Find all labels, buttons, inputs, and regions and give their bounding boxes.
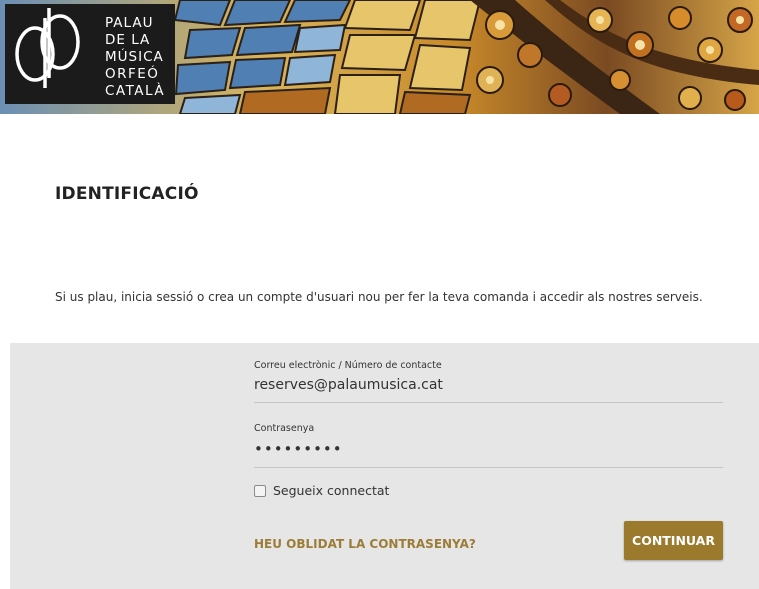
- email-field-group: Correu electrònic / Número de contacte: [254, 360, 723, 403]
- remember-label[interactable]: Segueix connectat: [273, 483, 389, 498]
- remember-me[interactable]: Segueix connectat: [254, 483, 389, 498]
- logo-line: DE LA: [105, 32, 151, 48]
- logo-line: CATALÀ: [105, 83, 166, 99]
- logo-line: PALAU: [105, 15, 154, 31]
- logo-wordmark: PALAU DE LA MÚSICA ORFEÓ CATALÀ: [105, 15, 165, 100]
- page-title: IDENTIFICACIÓ: [55, 184, 199, 204]
- continue-button[interactable]: CONTINUAR: [624, 521, 723, 560]
- email-label: Correu electrònic / Número de contacte: [254, 360, 442, 371]
- password-label: Contrasenya: [254, 423, 315, 434]
- forgot-password-link[interactable]: HEU OBLIDAT LA CONTRASENYA?: [254, 537, 476, 551]
- logo[interactable]: PALAU DE LA MÚSICA ORFEÓ CATALÀ: [5, 4, 175, 104]
- logo-line: ORFEÓ: [105, 66, 160, 82]
- email-input[interactable]: [254, 371, 723, 403]
- header-banner: PALAU DE LA MÚSICA ORFEÓ CATALÀ: [0, 0, 759, 114]
- password-field-group: Contrasenya: [254, 423, 723, 468]
- intro-text: Si us plau, inicia sessió o crea un comp…: [55, 290, 703, 304]
- palau-logo-icon: [15, 8, 80, 88]
- login-form-panel: Correu electrònic / Número de contacte C…: [10, 343, 759, 589]
- password-input[interactable]: [254, 434, 723, 468]
- logo-line: MÚSICA: [105, 49, 164, 65]
- remember-checkbox[interactable]: [254, 484, 266, 497]
